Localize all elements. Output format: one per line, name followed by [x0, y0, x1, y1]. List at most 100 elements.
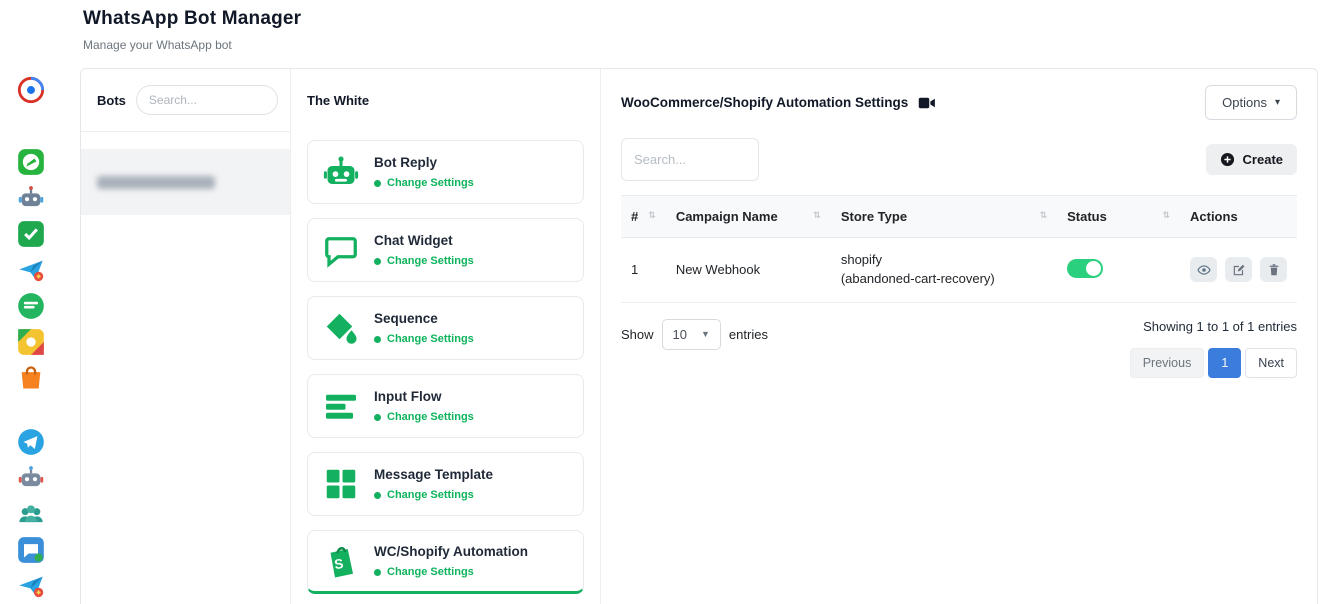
paper-plane-colored-icon[interactable] [17, 256, 45, 284]
whatsapp-icon[interactable] [17, 148, 45, 176]
edit-button[interactable] [1225, 257, 1252, 282]
bot-manager-card: Bots The White Bot Reply [80, 68, 1318, 604]
column-header-status[interactable]: Status⇅ [1057, 196, 1180, 238]
status-dot-icon [374, 336, 381, 343]
change-settings-link[interactable]: Change Settings [374, 566, 528, 578]
previous-page-button[interactable]: Previous [1130, 348, 1205, 378]
chat-app-icon[interactable] [17, 536, 45, 564]
status-dot-icon [374, 569, 381, 576]
row-status [1057, 238, 1180, 303]
showing-entries-text: Showing 1 to 1 of 1 entries [1143, 319, 1297, 334]
feature-card-bot-reply[interactable]: Bot Reply Change Settings [307, 140, 584, 204]
column-header-campaign-name[interactable]: Campaign Name⇅ [666, 196, 831, 238]
sort-icon: ⇅ [648, 209, 656, 222]
row-actions [1180, 238, 1297, 303]
status-dot-icon [374, 180, 381, 187]
feature-text: Bot Reply Change Settings [374, 155, 474, 189]
users-icon[interactable] [17, 500, 45, 528]
page-title: WhatsApp Bot Manager [62, 0, 1325, 30]
shopify-bag-icon: S [322, 542, 360, 580]
chat-bubble-icon [322, 231, 360, 269]
grid-icon [322, 465, 360, 503]
feature-label: Input Flow [374, 389, 474, 404]
page-1-button[interactable]: 1 [1208, 348, 1241, 378]
bots-panel: Bots [81, 69, 291, 604]
feature-card-list: Bot Reply Change Settings Chat Wi [307, 140, 584, 594]
status-dot-icon [374, 492, 381, 499]
delete-button[interactable] [1260, 257, 1287, 282]
robot-icon[interactable] [17, 184, 45, 212]
column-header-store-type[interactable]: Store Type⇅ [831, 196, 1057, 238]
automation-panel: WooCommerce/Shopify Automation Settings … [601, 69, 1317, 604]
chat-bubble-icon[interactable] [17, 292, 45, 320]
paper-plane-colored-icon-2[interactable] [17, 572, 45, 600]
bots-search-input[interactable] [136, 85, 278, 115]
chevron-down-icon: ▾ [1275, 97, 1280, 108]
automation-header: WooCommerce/Shopify Automation Settings … [621, 85, 1297, 120]
next-page-button[interactable]: Next [1245, 348, 1297, 378]
robot-icon-2[interactable] [17, 464, 45, 492]
feature-text: Sequence Change Settings [374, 311, 474, 345]
bots-label: Bots [97, 93, 126, 108]
feature-label: WC/Shopify Automation [374, 544, 528, 559]
video-camera-icon[interactable] [918, 95, 936, 111]
feature-card-wc-shopify-automation[interactable]: S WC/Shopify Automation Change Settings [307, 530, 584, 594]
bots-panel-header: Bots [81, 69, 290, 132]
row-num: 1 [621, 238, 666, 303]
change-settings-link[interactable]: Change Settings [374, 177, 474, 189]
feature-text: WC/Shopify Automation Change Settings [374, 544, 528, 578]
shopping-bag-icon[interactable] [17, 364, 45, 392]
sort-icon: ⇅ [1162, 209, 1170, 222]
feature-text: Input Flow Change Settings [374, 389, 474, 423]
feature-card-chat-widget[interactable]: Chat Widget Change Settings [307, 218, 584, 282]
robot-icon [322, 153, 360, 191]
column-header-num[interactable]: #⇅ [621, 196, 666, 238]
compass-logo-icon[interactable] [17, 76, 45, 104]
change-settings-link[interactable]: Change Settings [374, 255, 474, 267]
status-dot-icon [374, 414, 381, 421]
pagination: Previous 1 Next [1130, 348, 1297, 378]
per-page-group: Show 10 ▼ entries [621, 319, 768, 350]
trash-icon [1267, 263, 1281, 277]
table-footer: Show 10 ▼ entries Showing 1 to 1 of 1 en… [621, 319, 1297, 378]
edit-icon [1232, 263, 1246, 277]
plus-circle-icon [1220, 152, 1235, 167]
bot-list-item[interactable] [81, 149, 290, 215]
page: WhatsApp Bot Manager Manage your WhatsAp… [0, 0, 1325, 604]
automation-title: WooCommerce/Shopify Automation Settings [621, 95, 908, 110]
feature-label: Sequence [374, 311, 474, 326]
paint-drop-icon [322, 309, 360, 347]
row-campaign-name: New Webhook [666, 238, 831, 303]
features-panel: The White Bot Reply Change Settings [291, 69, 601, 604]
telegram-icon[interactable] [17, 428, 45, 456]
bot-name-title: The White [307, 93, 584, 108]
campaign-search-input[interactable] [621, 138, 759, 181]
svg-text:S: S [333, 556, 344, 572]
multicolor-app-icon[interactable] [17, 328, 45, 356]
entries-label: entries [729, 327, 768, 342]
table-row: 1 New Webhook shopify (abandoned-cart-re… [621, 238, 1297, 303]
change-settings-link[interactable]: Change Settings [374, 489, 493, 501]
status-dot-icon [374, 258, 381, 265]
feature-text: Chat Widget Change Settings [374, 233, 474, 267]
view-button[interactable] [1190, 257, 1217, 282]
change-settings-link[interactable]: Change Settings [374, 411, 474, 423]
row-store-type: shopify (abandoned-cart-recovery) [831, 238, 1057, 303]
sort-icon: ⇅ [1040, 209, 1048, 222]
per-page-select[interactable]: 10 ▼ [662, 319, 721, 350]
chevron-down-icon: ▼ [701, 329, 710, 339]
app-sidebar [0, 0, 62, 604]
feature-card-sequence[interactable]: Sequence Change Settings [307, 296, 584, 360]
page-subtitle: Manage your WhatsApp bot [62, 30, 1325, 52]
sort-icon: ⇅ [813, 209, 821, 222]
feature-label: Message Template [374, 467, 493, 482]
feature-card-message-template[interactable]: Message Template Change Settings [307, 452, 584, 516]
status-toggle[interactable] [1067, 259, 1103, 278]
green-app-icon[interactable] [17, 220, 45, 248]
change-settings-link[interactable]: Change Settings [374, 333, 474, 345]
options-button[interactable]: Options ▾ [1205, 85, 1297, 120]
eye-icon [1197, 263, 1211, 277]
feature-label: Bot Reply [374, 155, 474, 170]
create-button[interactable]: Create [1206, 144, 1297, 175]
feature-card-input-flow[interactable]: Input Flow Change Settings [307, 374, 584, 438]
